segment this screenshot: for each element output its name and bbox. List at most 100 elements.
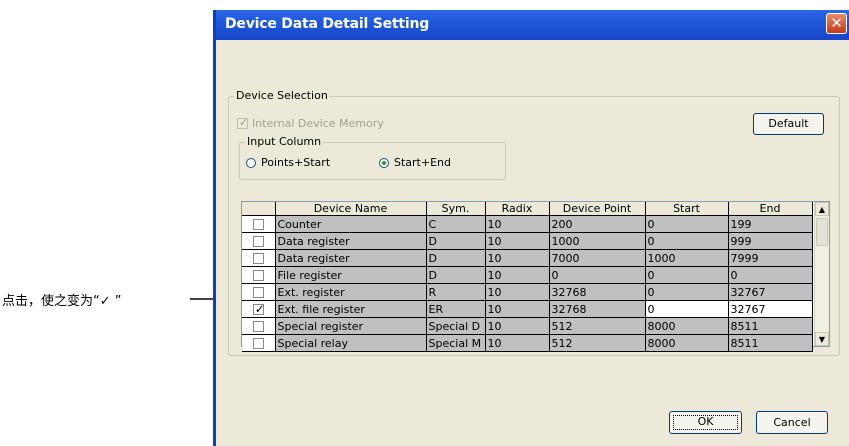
cell-radix: 10 (485, 334, 550, 352)
cell-sym: Special M (426, 334, 486, 352)
close-icon: ✕ (830, 14, 843, 32)
device-selection-group: Device Selection ✓ Internal Device Memor… (228, 89, 840, 356)
table-row-selected: ✓ Ext. file register ER 10 32768 0 32767 (242, 300, 813, 318)
checkbox-box (252, 270, 264, 281)
header-start[interactable]: Start (645, 202, 729, 216)
cell-radix: 10 (485, 317, 550, 335)
checkbox-box (252, 338, 264, 349)
cell-radix: 10 (485, 232, 550, 250)
close-button[interactable]: ✕ (826, 13, 847, 34)
cell-device-point: 32768 (549, 300, 646, 318)
vertical-scrollbar[interactable]: ▲ ▼ (814, 202, 829, 346)
cell-sym: D (426, 266, 486, 284)
row-checkbox[interactable]: ✓ (242, 300, 276, 318)
checkbox-box (252, 253, 264, 264)
internal-memory-label: Internal Device Memory (252, 117, 384, 130)
table-row: Data register D 10 1000 0 999 (242, 232, 813, 250)
cell-end: 199 (728, 215, 813, 233)
cell-device-name: Special relay (275, 334, 427, 352)
input-column-label: Input Column (245, 135, 324, 148)
cell-sym: ER (426, 300, 486, 318)
header-checkbox-col (242, 202, 276, 216)
table-row: Data register D 10 7000 1000 7999 (242, 249, 813, 267)
cell-radix: 10 (485, 215, 550, 233)
checkbox-box (252, 236, 264, 247)
cell-end: 0 (728, 266, 813, 284)
cell-radix: 10 (485, 283, 550, 301)
cell-start: 0 (645, 283, 729, 301)
row-checkbox[interactable] (242, 334, 276, 352)
row-checkbox[interactable] (242, 266, 276, 284)
radio-icon (246, 157, 256, 168)
input-column-group: Input Column Points+Start Start+End (239, 135, 506, 180)
title-bar: Device Data Detail Setting ✕ (216, 10, 849, 40)
cell-start: 0 (645, 215, 729, 233)
radio-start-end-label: Start+End (394, 156, 451, 169)
cell-device-name: Data register (275, 249, 427, 267)
cell-end: 8511 (728, 334, 813, 352)
focus-rect (673, 415, 738, 430)
row-checkbox[interactable] (242, 232, 276, 250)
cell-device-name: Special register (275, 317, 427, 335)
scroll-up-arrow-icon[interactable]: ▲ (815, 202, 829, 216)
cancel-button[interactable]: Cancel (756, 411, 828, 434)
ok-button[interactable]: OK (669, 411, 742, 434)
cell-end: 7999 (728, 249, 813, 267)
checkbox-box: ✓ (252, 302, 265, 316)
cell-sym: C (426, 215, 486, 233)
cell-device-point: 512 (549, 317, 646, 335)
cell-start: 8000 (645, 334, 729, 352)
annotation-text: 点击，使之变为“✓ ” (2, 293, 122, 309)
scroll-thumb[interactable] (816, 218, 828, 246)
table-row: Special register Special D 10 512 8000 8… (242, 317, 813, 335)
cell-device-point: 7000 (549, 249, 646, 267)
header-radix[interactable]: Radix (485, 202, 550, 216)
internal-device-memory-checkbox[interactable]: ✓ Internal Device Memory (237, 116, 384, 130)
cell-start: 8000 (645, 317, 729, 335)
radio-points-start-label: Points+Start (261, 156, 331, 169)
radio-selected-icon (379, 157, 389, 168)
checkbox-box (252, 321, 264, 332)
row-checkbox[interactable] (242, 215, 276, 233)
check-icon: ✓ (239, 116, 249, 129)
radio-points-start[interactable]: Points+Start (246, 156, 330, 169)
cell-radix: 10 (485, 266, 550, 284)
cell-device-name: Data register (275, 232, 427, 250)
cell-end: 999 (728, 232, 813, 250)
window-title: Device Data Detail Setting (225, 16, 430, 32)
cell-start-editable[interactable]: 0 (645, 300, 729, 318)
device-table: Device Name Sym. Radix Device Point Star… (241, 201, 830, 352)
header-sym[interactable]: Sym. (426, 202, 486, 216)
row-checkbox[interactable] (242, 283, 276, 301)
cell-device-name: Ext. file register (275, 300, 427, 318)
cell-device-point: 1000 (549, 232, 646, 250)
cell-sym: D (426, 249, 486, 267)
cell-sym: Special D (426, 317, 486, 335)
cell-sym: R (426, 283, 486, 301)
device-selection-label: Device Selection (234, 89, 330, 102)
cell-device-point: 512 (549, 334, 646, 352)
table-row: Ext. register R 10 32768 0 32767 (242, 283, 813, 301)
cell-end: 8511 (728, 317, 813, 335)
cell-device-name: File register (275, 266, 427, 284)
cell-sym: D (426, 232, 486, 250)
table-row: File register D 10 0 0 0 (242, 266, 813, 284)
cell-radix: 10 (485, 249, 550, 267)
checkbox-box (252, 219, 264, 230)
header-device-point[interactable]: Device Point (549, 202, 646, 216)
dialog-window: Device Data Detail Setting ✕ Device Sele… (213, 10, 849, 446)
row-checkbox[interactable] (242, 249, 276, 267)
header-end[interactable]: End (728, 202, 813, 216)
default-button[interactable]: Default (753, 113, 824, 135)
cell-device-name: Counter (275, 215, 427, 233)
cell-device-point: 200 (549, 215, 646, 233)
cell-start: 0 (645, 232, 729, 250)
cell-end-editable[interactable]: 32767 (728, 300, 813, 318)
header-device-name[interactable]: Device Name (275, 202, 427, 216)
cell-device-point: 0 (549, 266, 646, 284)
row-checkbox[interactable] (242, 317, 276, 335)
check-icon: ✓ (254, 302, 265, 316)
radio-start-end[interactable]: Start+End (379, 156, 451, 169)
table-row: Counter C 10 200 0 199 (242, 215, 813, 233)
scroll-down-arrow-icon[interactable]: ▼ (815, 332, 829, 346)
